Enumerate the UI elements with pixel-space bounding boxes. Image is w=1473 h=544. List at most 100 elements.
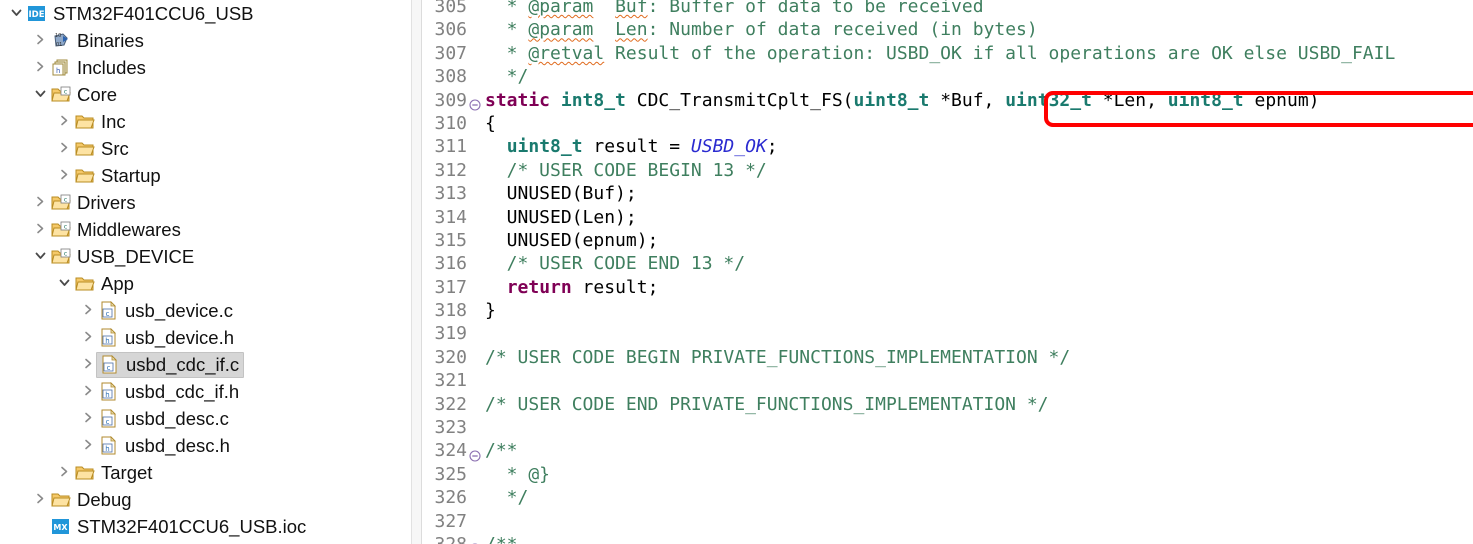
tree-item-usb-device-c[interactable]: c usb_device.c	[0, 297, 411, 324]
tree-item-debug[interactable]: Debug	[0, 486, 411, 513]
chevron-right-icon[interactable]	[30, 222, 50, 235]
code-line[interactable]: 326 */	[422, 486, 1473, 509]
tree-item-usbd-cdc-if-h[interactable]: h usbd_cdc_if.h	[0, 378, 411, 405]
code-line[interactable]: 327	[422, 510, 1473, 533]
chevron-right-icon[interactable]	[30, 492, 50, 505]
code-line[interactable]: 310 {	[422, 112, 1473, 135]
code-line[interactable]: 325 * @}	[422, 463, 1473, 486]
code-line[interactable]: 313 UNUSED(Buf);	[422, 182, 1473, 205]
code-line[interactable]: 320 /* USER CODE BEGIN PRIVATE_FUNCTIONS_…	[422, 346, 1473, 369]
code-line[interactable]: 317 return result;	[422, 276, 1473, 299]
panel-splitter[interactable]	[411, 0, 422, 544]
code-line[interactable]: 309 static int8_t CDC_TransmitCplt_FS(uin…	[422, 89, 1473, 112]
chevron-right-icon[interactable]	[78, 411, 98, 424]
code-line[interactable]: 324 /**	[422, 439, 1473, 462]
ioc-file-icon: MX	[50, 517, 72, 536]
svg-text:IDE: IDE	[28, 10, 44, 20]
line-number: 319	[434, 323, 467, 345]
code-line[interactable]: 311 uint8_t result = USBD_OK;	[422, 135, 1473, 158]
code-line[interactable]: 312 /* USER CODE BEGIN 13 */	[422, 159, 1473, 182]
chevron-right-icon[interactable]	[30, 33, 50, 46]
tree-item-stm32f401ccu6-usb[interactable]: IDE STM32F401CCU6_USB	[0, 0, 411, 27]
code-text: * @param Len: Number of data received (i…	[485, 19, 1038, 41]
code-line[interactable]: 314 UNUSED(Len);	[422, 206, 1473, 229]
tree-item-usbd-desc-c[interactable]: c usbd_desc.c	[0, 405, 411, 432]
code-area[interactable]: 305 * @param Buf: Buffer of data to be r…	[422, 0, 1473, 544]
code-line[interactable]: 328 /**	[422, 533, 1473, 544]
tree-item-drivers[interactable]: c Drivers	[0, 189, 411, 216]
tree-item-usb-device-h[interactable]: h usb_device.h	[0, 324, 411, 351]
chevron-right-icon[interactable]	[78, 357, 98, 370]
chevron-right-icon[interactable]	[54, 141, 74, 154]
line-number: 317	[434, 276, 467, 298]
chevron-right-icon[interactable]	[30, 195, 50, 208]
tree-item-content: 10 01 Binaries	[50, 30, 144, 52]
chevron-right-icon[interactable]	[54, 465, 74, 478]
tree-item-binaries[interactable]: 10 01 Binaries	[0, 27, 411, 54]
svg-text:c: c	[64, 250, 68, 258]
code-line[interactable]: 323	[422, 416, 1473, 439]
project-explorer-panel[interactable]: IDE STM32F401CCU6_USB 10 01 Binaries h Include…	[0, 0, 411, 544]
h-file-icon: h	[98, 436, 120, 455]
tree-item-stm32f401ccu6-usb-ioc[interactable]: MX STM32F401CCU6_USB.ioc	[0, 513, 411, 540]
code-line[interactable]: 316 /* USER CODE END 13 */	[422, 252, 1473, 275]
chevron-right-icon[interactable]	[30, 60, 50, 73]
tree-item-usbd-desc-h[interactable]: h usbd_desc.h	[0, 432, 411, 459]
code-text: * @param Buf: Buffer of data to be recei…	[485, 0, 984, 17]
tree-item-usbd-cdc-if-c[interactable]: c usbd_cdc_if.c	[0, 351, 411, 378]
code-line[interactable]: 307 * @retval Result of the operation: U…	[422, 42, 1473, 65]
tree-item-content: h usb_device.h	[98, 327, 234, 349]
tree-item-includes[interactable]: h Includes	[0, 54, 411, 81]
tree-item-content: Target	[74, 462, 152, 484]
code-line[interactable]: 322 /* USER CODE END PRIVATE_FUNCTIONS_IM…	[422, 393, 1473, 416]
code-line[interactable]: 315 UNUSED(epnum);	[422, 229, 1473, 252]
code-text: * @retval Result of the operation: USBD_…	[485, 42, 1396, 64]
svg-text:c: c	[106, 310, 110, 318]
chevron-right-icon[interactable]	[54, 114, 74, 127]
tree-item-content: c Drivers	[50, 192, 136, 214]
tree-item-content: c usbd_cdc_if.c	[96, 351, 245, 378]
code-text: /* USER CODE END PRIVATE_FUNCTIONS_IMPLE…	[485, 393, 1049, 415]
code-line[interactable]: 319	[422, 322, 1473, 345]
chevron-down-icon[interactable]	[30, 87, 50, 100]
tree-item-startup[interactable]: Startup	[0, 162, 411, 189]
chevron-right-icon[interactable]	[78, 438, 98, 451]
line-number: 307	[434, 42, 467, 64]
tree-item-inc[interactable]: Inc	[0, 108, 411, 135]
tree-item-label: Binaries	[77, 29, 144, 51]
tree-item-content: MX STM32F401CCU6_USB.ioc	[50, 516, 306, 538]
code-text: static int8_t CDC_TransmitCplt_FS(uint8_…	[485, 89, 1320, 111]
line-number: 318	[434, 300, 467, 322]
chevron-right-icon[interactable]	[78, 384, 98, 397]
tree-item-middlewares[interactable]: c Middlewares	[0, 216, 411, 243]
tree-item-label: Src	[101, 137, 129, 159]
chevron-right-icon[interactable]	[54, 168, 74, 181]
chevron-down-icon[interactable]	[30, 249, 50, 262]
code-text: return result;	[506, 276, 659, 298]
h-file-icon: h	[98, 328, 120, 347]
tree-item-target[interactable]: Target	[0, 459, 411, 486]
code-line[interactable]: 306 * @param Len: Number of data receive…	[422, 18, 1473, 41]
tree-item-label: usb_device.c	[125, 299, 233, 321]
fold-collapse-icon[interactable]	[468, 533, 482, 544]
line-number: 323	[434, 417, 467, 439]
code-line[interactable]: 308 */	[422, 65, 1473, 88]
code-line[interactable]: 321	[422, 369, 1473, 392]
code-text: UNUSED(Len);	[485, 206, 637, 228]
tree-item-src[interactable]: Src	[0, 135, 411, 162]
source-code-editor[interactable]: 305 * @param Buf: Buffer of data to be r…	[422, 0, 1473, 544]
chevron-down-icon[interactable]	[6, 6, 26, 19]
code-line[interactable]: 318}	[422, 299, 1473, 322]
tree-item-content: c usb_device.c	[98, 300, 233, 322]
chevron-down-icon[interactable]	[54, 276, 74, 289]
tree-item-core[interactable]: c Core	[0, 81, 411, 108]
chevron-right-icon[interactable]	[78, 330, 98, 343]
chevron-right-icon[interactable]	[78, 303, 98, 316]
line-number: 309	[434, 89, 467, 111]
tree-item-app[interactable]: App	[0, 270, 411, 297]
code-line[interactable]: 305 * @param Buf: Buffer of data to be r…	[422, 0, 1473, 18]
project-tree[interactable]: IDE STM32F401CCU6_USB 10 01 Binaries h Include…	[0, 0, 411, 540]
tree-item-usb-device[interactable]: c USB_DEVICE	[0, 243, 411, 270]
